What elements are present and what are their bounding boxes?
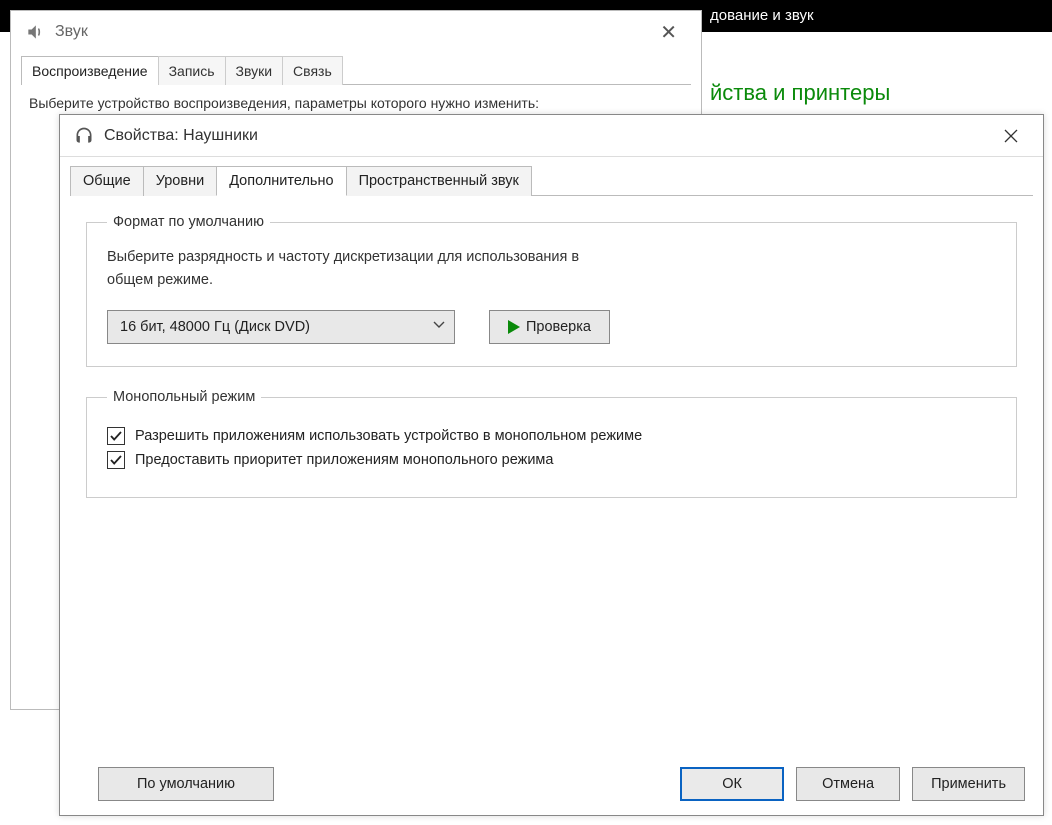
allow-exclusive-label: Разрешить приложениям использовать устро… — [135, 428, 642, 444]
devices-and-printers-link-fragment[interactable]: йства и принтеры — [710, 80, 890, 106]
headphones-icon — [74, 126, 94, 146]
sample-format-dropdown[interactable]: 16 бит, 48000 Гц (Диск DVD) — [107, 310, 455, 344]
apply-button[interactable]: Применить — [912, 767, 1025, 801]
test-button[interactable]: Проверка — [489, 310, 610, 344]
sound-dialog-title: Звук — [55, 23, 88, 41]
play-icon — [508, 320, 520, 334]
default-format-description: Выберите разрядность и частоту дискретиз… — [107, 246, 627, 292]
tab-communications[interactable]: Связь — [282, 56, 343, 85]
allow-exclusive-checkbox[interactable] — [107, 427, 125, 445]
tab-playback[interactable]: Воспроизведение — [21, 56, 159, 85]
tab-advanced[interactable]: Дополнительно — [216, 166, 346, 196]
cancel-button[interactable]: Отмена — [796, 767, 900, 801]
sound-tabs: Воспроизведение Запись Звуки Связь — [21, 53, 691, 85]
close-button[interactable] — [993, 124, 1029, 148]
tab-spatial-sound[interactable]: Пространственный звук — [346, 166, 532, 196]
exclusive-priority-label: Предоставить приоритет приложениям моноп… — [135, 452, 553, 468]
sample-format-selected: 16 бит, 48000 Гц (Диск DVD) — [120, 319, 310, 335]
chevron-down-icon — [432, 318, 446, 336]
default-format-legend: Формат по умолчанию — [107, 214, 270, 230]
properties-dialog: Свойства: Наушники Общие Уровни Дополнит… — [59, 114, 1044, 816]
properties-dialog-title: Свойства: Наушники — [104, 127, 258, 145]
exclusive-priority-checkbox[interactable] — [107, 451, 125, 469]
tab-recording[interactable]: Запись — [158, 56, 226, 85]
properties-tabs: Общие Уровни Дополнительно Пространствен… — [70, 165, 1033, 196]
tab-general[interactable]: Общие — [70, 166, 144, 196]
test-button-label: Проверка — [526, 319, 591, 335]
close-button[interactable]: ✕ — [650, 16, 687, 49]
exclusive-mode-group: Монопольный режим Разрешить приложениям … — [86, 389, 1017, 498]
default-format-group: Формат по умолчанию Выберите разрядность… — [86, 214, 1017, 367]
ok-button[interactable]: ОК — [680, 767, 784, 801]
tab-levels[interactable]: Уровни — [143, 166, 218, 196]
speaker-icon — [25, 22, 45, 42]
exclusive-mode-legend: Монопольный режим — [107, 389, 261, 405]
tab-sounds[interactable]: Звуки — [225, 56, 284, 85]
restore-defaults-button[interactable]: По умолчанию — [98, 767, 274, 801]
